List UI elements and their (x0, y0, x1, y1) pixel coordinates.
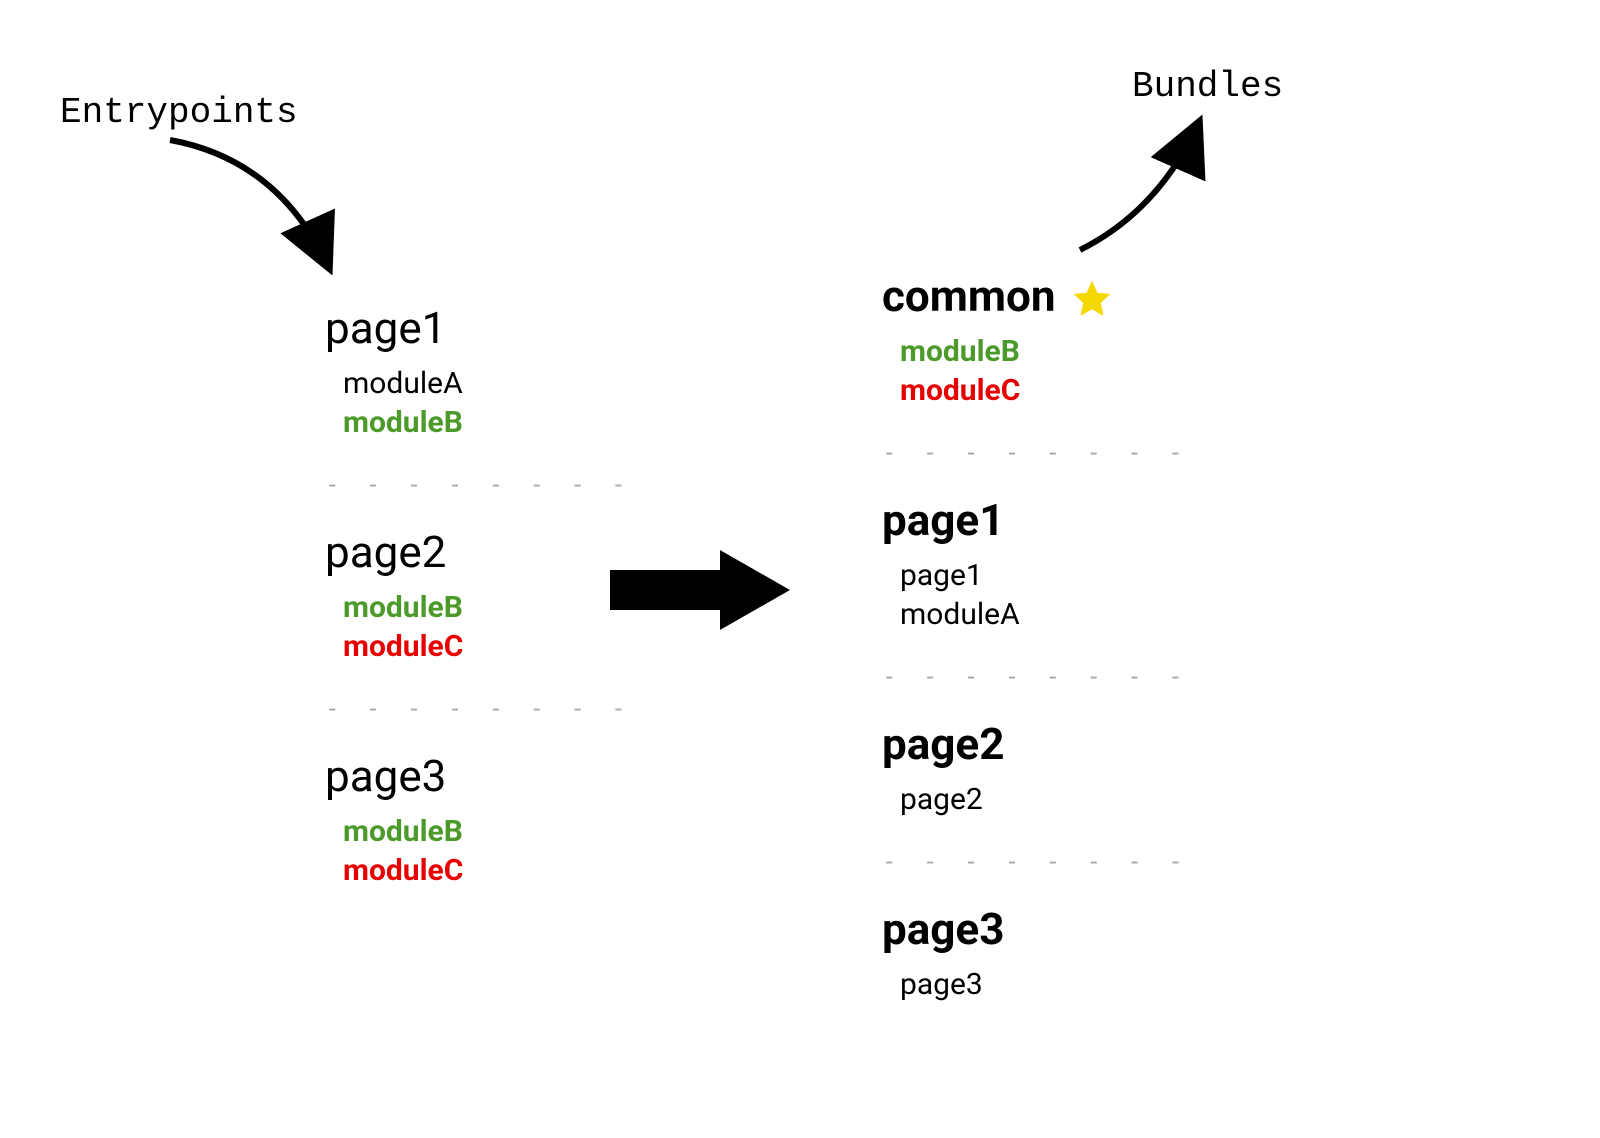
bundles-arrow (1060, 100, 1260, 270)
entry-group-page2: page2 moduleB moduleC (325, 526, 632, 666)
entry-module: moduleA (343, 364, 632, 403)
bundle-module: moduleB (900, 332, 1189, 371)
bundle-module: page1 (900, 556, 1189, 595)
group-divider: - - - - - - - - (325, 694, 632, 722)
bundle-group-page1: page1 page1 moduleA (882, 494, 1189, 634)
bundles-column: common moduleB moduleC - - - - - - - - p… (882, 270, 1189, 1004)
entry-group-page3: page3 moduleB moduleC (325, 750, 632, 890)
bundle-title: page2 (882, 718, 1189, 770)
entrypoints-column: page1 moduleA moduleB - - - - - - - - pa… (325, 302, 632, 890)
bundle-module: page3 (900, 965, 1189, 1004)
bundle-group-page3: page3 page3 (882, 903, 1189, 1004)
bundle-module: moduleC (900, 371, 1189, 410)
group-divider: - - - - - - - - (325, 470, 632, 498)
bundle-module: moduleA (900, 595, 1189, 634)
entry-title: page3 (325, 750, 632, 802)
entry-module: moduleC (343, 627, 632, 666)
bundle-title: common (882, 270, 1056, 322)
entry-title: page1 (325, 302, 632, 354)
entrypoints-label: Entrypoints (60, 92, 298, 133)
star-icon (1070, 277, 1114, 325)
bundle-module: page2 (900, 780, 1189, 819)
bundle-group-common: common moduleB moduleC (882, 270, 1189, 410)
entry-module: moduleB (343, 588, 632, 627)
bundle-title: page1 (882, 494, 1189, 546)
bundle-title: page3 (882, 903, 1189, 955)
entry-group-page1: page1 moduleA moduleB (325, 302, 632, 442)
entry-module: moduleB (343, 403, 632, 442)
group-divider: - - - - - - - - (882, 438, 1189, 466)
entrypoints-arrow (150, 130, 380, 300)
entry-module: moduleB (343, 812, 632, 851)
entry-module: moduleC (343, 851, 632, 890)
entry-title: page2 (325, 526, 632, 578)
group-divider: - - - - - - - - (882, 847, 1189, 875)
group-divider: - - - - - - - - (882, 662, 1189, 690)
bundle-group-page2: page2 page2 (882, 718, 1189, 819)
